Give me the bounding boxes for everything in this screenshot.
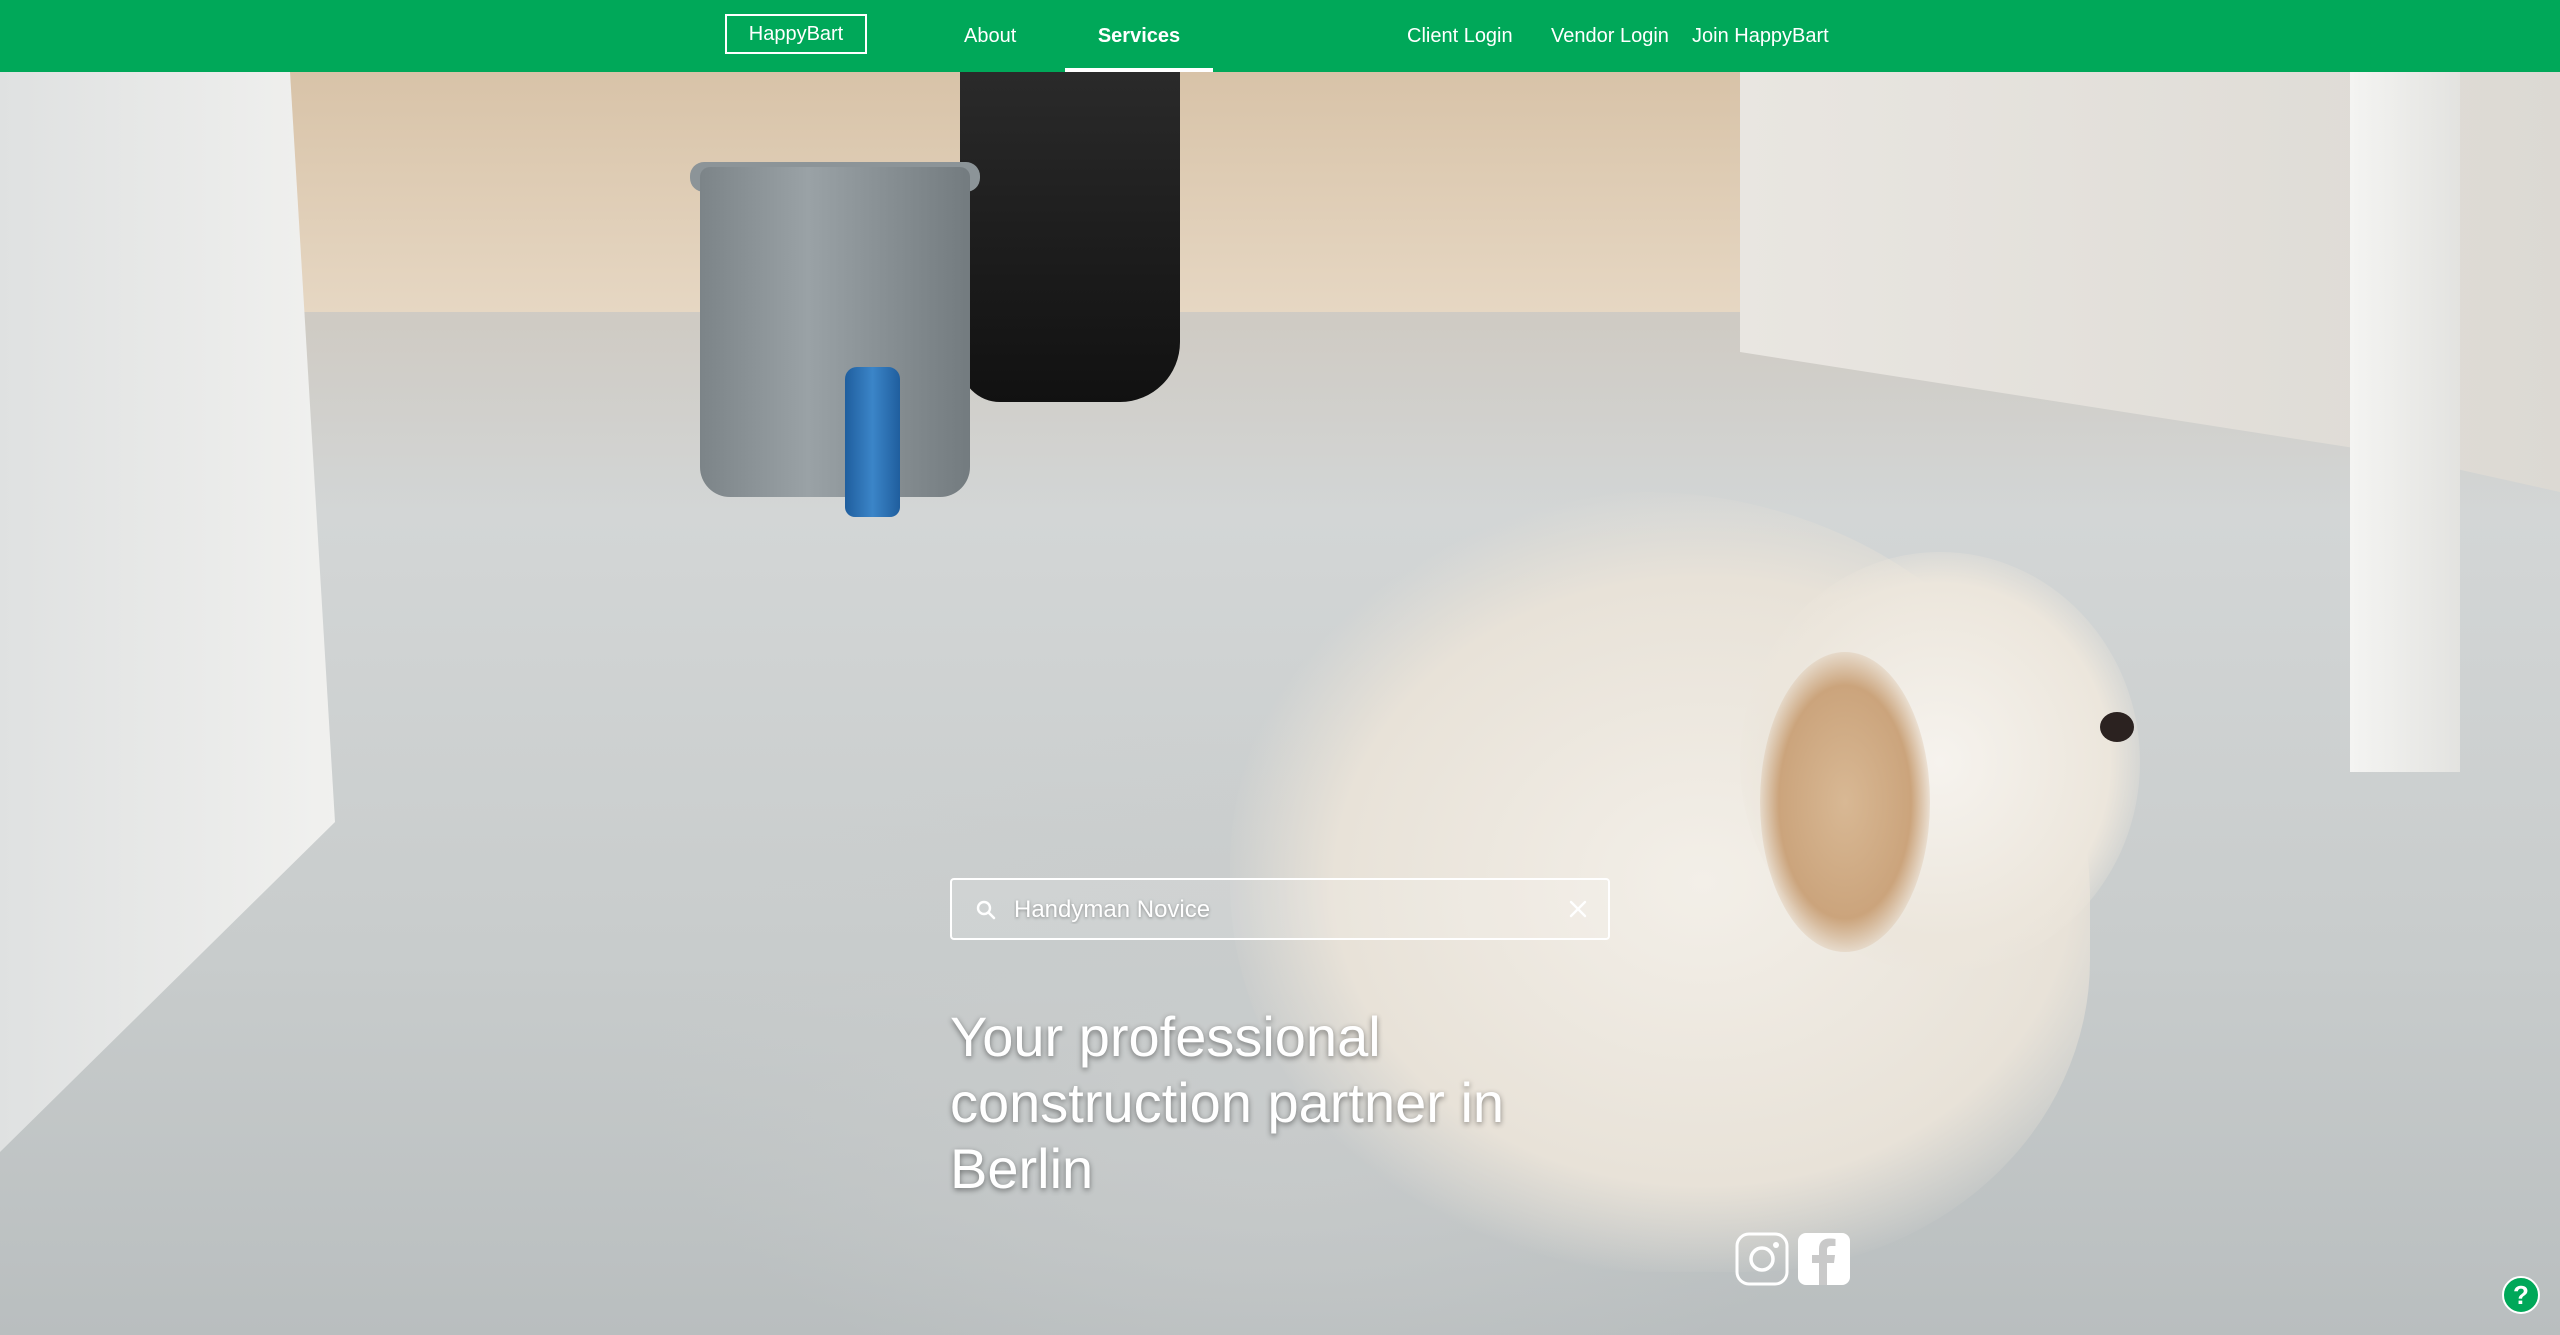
hero-dog-ear <box>1760 652 1930 952</box>
hero-tagline: Your professional construction partner i… <box>950 1005 1505 1200</box>
hero-dog-nose <box>2100 712 2134 742</box>
nav-services-label: Services <box>1097 25 1181 47</box>
nav-join-happybart[interactable]: Join HappyBart <box>1692 0 1829 72</box>
search-icon <box>976 900 996 920</box>
logo[interactable]: HappyBart <box>725 14 867 54</box>
nav-about[interactable]: About <box>964 0 1016 72</box>
hero-door-frame <box>2350 72 2460 772</box>
search-box <box>950 878 1610 940</box>
instagram-icon[interactable] <box>1735 1232 1789 1286</box>
navbar: HappyBart About Services Client Login Ve… <box>0 0 2560 72</box>
search-input[interactable] <box>1012 880 1536 940</box>
active-tab-indicator <box>1065 68 1213 72</box>
hero-left-wall <box>0 72 335 1152</box>
help-button[interactable]: ? <box>2502 1276 2540 1314</box>
close-icon[interactable] <box>1566 897 1590 921</box>
hero-trash-bin <box>700 167 970 497</box>
facebook-icon[interactable] <box>1797 1232 1851 1286</box>
nav-services[interactable]: Services <box>1065 0 1213 72</box>
hero-hanging-jacket <box>960 72 1180 402</box>
nav-vendor-login[interactable]: Vendor Login <box>1551 0 1669 72</box>
nav-client-login[interactable]: Client Login <box>1407 0 1513 72</box>
hero-water-bottle <box>845 367 900 517</box>
